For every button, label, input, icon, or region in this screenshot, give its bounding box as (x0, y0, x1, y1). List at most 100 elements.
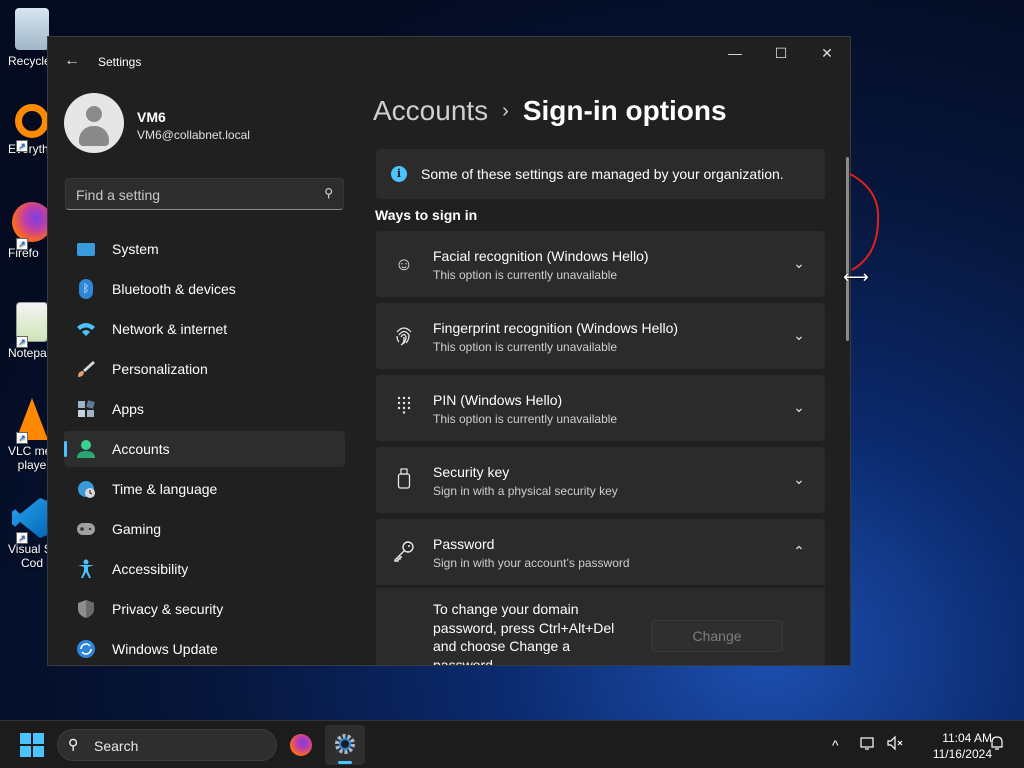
avatar-body-icon (79, 126, 109, 146)
volume-muted-icon[interactable] (886, 735, 904, 754)
chevron-down-icon[interactable]: ⌄ (789, 469, 809, 489)
breadcrumb-separator-icon: › (502, 100, 509, 122)
shortcut-arrow-icon: ↗ (16, 432, 28, 444)
taskbar-app-settings[interactable] (325, 725, 365, 765)
taskbar-search[interactable]: ⚲ Search (57, 729, 277, 761)
sidebar-item-label: Personalization (112, 361, 208, 377)
system-display-icon (76, 239, 96, 259)
shortcut-arrow-icon: ↗ (16, 140, 28, 152)
sidebar-item-bluetooth[interactable]: ᛒ Bluetooth & devices (64, 271, 345, 307)
avatar[interactable] (64, 93, 124, 153)
sidebar-item-gaming[interactable]: Gaming (64, 511, 345, 547)
option-subtitle: This option is currently unavailable (433, 412, 618, 426)
sidebar-item-label: Time & language (112, 481, 218, 497)
find-setting-search[interactable]: ⚲ (65, 178, 344, 210)
ways-to-sign-in-heading: Ways to sign in (375, 207, 478, 223)
sidebar-item-privacy-security[interactable]: Privacy & security (64, 591, 345, 627)
info-text: Some of these settings are managed by yo… (421, 166, 784, 182)
gamepad-icon (76, 519, 96, 539)
option-subtitle: Sign in with a physical security key (433, 484, 618, 498)
windows-logo-icon (33, 746, 44, 757)
taskbar-app-firefox[interactable] (281, 725, 321, 765)
option-title: Security key (433, 464, 510, 480)
sidebar-item-label: Accounts (112, 441, 170, 457)
title-bar[interactable]: ← Settings — ☐ ✕ (48, 37, 850, 85)
change-password-instructions: To change your domain password, press Ct… (433, 601, 615, 666)
minimize-button[interactable]: — (712, 37, 758, 69)
shield-icon (76, 599, 96, 619)
resize-cursor-icon: ⟷ (843, 267, 869, 287)
breadcrumb: Accounts › Sign-in options (373, 95, 727, 127)
network-icon[interactable] (860, 735, 876, 754)
chevron-down-icon[interactable]: ⌄ (789, 325, 809, 345)
sidebar-item-label: Privacy & security (112, 601, 224, 617)
user-email: VM6@collabnet.local (137, 128, 250, 142)
red-annotation-stroke (849, 173, 880, 271)
pin-card[interactable]: PIN (Windows Hello) This option is curre… (376, 375, 825, 441)
start-button[interactable] (20, 733, 44, 757)
info-icon: i (391, 166, 407, 182)
breadcrumb-parent-link[interactable]: Accounts (373, 95, 488, 126)
firefox-icon (12, 202, 52, 242)
sidebar-item-label: Gaming (112, 521, 162, 537)
accessibility-icon (76, 559, 96, 579)
facial-recognition-card[interactable]: ☺ Facial recognition (Windows Hello) Thi… (376, 231, 825, 297)
sidebar-item-accounts[interactable]: Accounts (64, 431, 345, 467)
sidebar-item-system[interactable]: System (64, 231, 345, 267)
key-icon (392, 540, 416, 564)
sidebar-item-time-language[interactable]: Time & language (64, 471, 345, 507)
page-title: Sign-in options (522, 95, 727, 126)
bluetooth-icon: ᛒ (76, 279, 96, 299)
sidebar-item-label: Bluetooth & devices (112, 281, 236, 297)
sidebar-item-accessibility[interactable]: Accessibility (64, 551, 345, 587)
shortcut-arrow-icon: ↗ (16, 238, 28, 250)
fingerprint-recognition-card[interactable]: Fingerprint recognition (Windows Hello) … (376, 303, 825, 369)
sidebar-item-label: Network & internet (112, 321, 228, 337)
show-hidden-icons-chevron-icon[interactable]: ^ (832, 737, 839, 753)
settings-gear-icon (335, 734, 355, 754)
option-subtitle: This option is currently unavailable (433, 268, 618, 282)
sidebar-item-label: Apps (112, 401, 144, 417)
clock-date: 11/16/2024 (932, 747, 992, 761)
option-title: Password (433, 536, 495, 552)
windows-logo-icon (20, 733, 31, 744)
password-card[interactable]: Password Sign in with your account’s pas… (376, 519, 825, 585)
wifi-icon (76, 319, 96, 339)
sidebar-item-windows-update[interactable]: Windows Update (64, 631, 345, 665)
sidebar-item-label: Windows Update (112, 641, 218, 657)
maximize-button[interactable]: ☐ (758, 37, 804, 69)
search-input[interactable] (76, 185, 306, 205)
back-arrow-icon[interactable]: ← (62, 51, 82, 71)
shortcut-arrow-icon: ↗ (16, 532, 28, 544)
clock[interactable]: 11:04 AM 11/16/2024 (912, 730, 992, 762)
sidebar-item-network[interactable]: Network & internet (64, 311, 345, 347)
sidebar-item-personalization[interactable]: Personalization (64, 351, 345, 387)
option-title: PIN (Windows Hello) (433, 392, 563, 408)
chevron-down-icon[interactable]: ⌄ (789, 253, 809, 273)
firefox-icon (290, 734, 312, 756)
option-title: Facial recognition (Windows Hello) (433, 248, 649, 264)
change-password-button[interactable]: Change (651, 620, 783, 652)
paintbrush-icon (76, 359, 96, 379)
sidebar-item-apps[interactable]: Apps (64, 391, 345, 427)
option-subtitle: This option is currently unavailable (433, 340, 618, 354)
taskbar-search-label: Search (94, 738, 139, 754)
globe-clock-icon (76, 479, 96, 499)
chevron-down-icon[interactable]: ⌄ (789, 397, 809, 417)
user-name: VM6 (137, 109, 166, 125)
search-icon: ⚲ (68, 736, 79, 752)
settings-window: ← Settings — ☐ ✕ VM6 VM6@collabnet.local… (47, 36, 851, 666)
close-button[interactable]: ✕ (804, 37, 850, 69)
recycle-bin-icon (15, 8, 49, 50)
everything-icon (15, 104, 49, 138)
search-icon[interactable]: ⚲ (324, 186, 333, 200)
option-title: Fingerprint recognition (Windows Hello) (433, 320, 679, 336)
taskbar: ⚲ Search ^ 11:04 AM 11/16/2024 (0, 720, 1024, 768)
security-key-card[interactable]: Security key Sign in with a physical sec… (376, 447, 825, 513)
password-expanded-panel: To change your domain password, press Ct… (376, 587, 825, 666)
pin-keypad-icon (392, 396, 416, 420)
option-subtitle: Sign in with your account’s password (433, 556, 630, 570)
notification-bell-icon[interactable] (989, 735, 1005, 754)
chevron-up-icon[interactable]: ⌃ (789, 541, 809, 561)
sidebar-item-label: System (112, 241, 159, 257)
